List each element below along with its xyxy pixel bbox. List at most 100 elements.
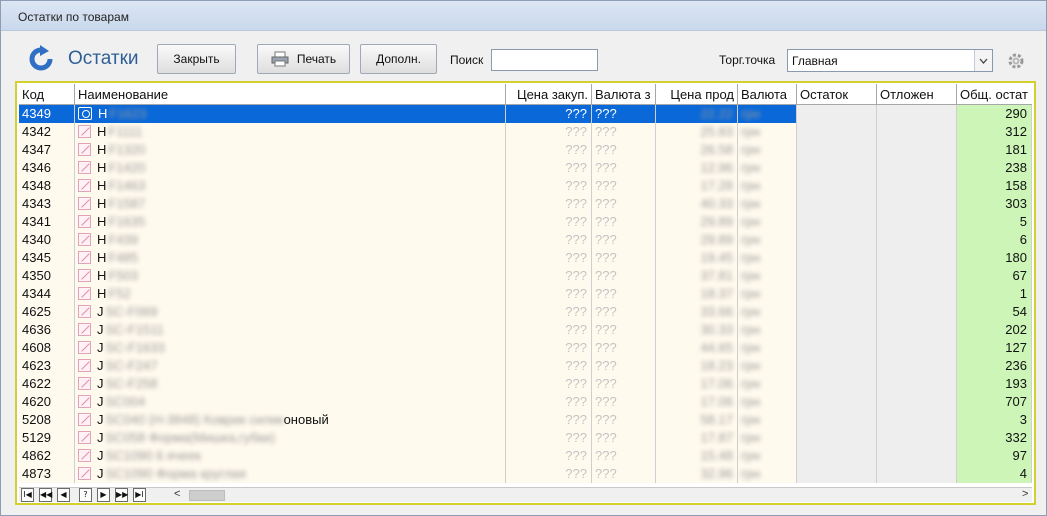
- camera-icon[interactable]: [78, 107, 92, 120]
- cell-sale-currency-value: грн: [741, 304, 761, 319]
- scroll-right-icon[interactable]: >: [1022, 488, 1028, 500]
- table-row[interactable]: 4873 J SC1090 Форма круглая?????? 32.96 грн 4: [19, 465, 1032, 483]
- table-row[interactable]: 4622 J SC-F258?????? 17.06 грн 193: [19, 375, 1032, 393]
- item-name-redacted: SC-F247: [105, 358, 158, 373]
- image-icon[interactable]: [78, 197, 91, 210]
- table-row[interactable]: 4862 J SC1090 6 ячеек?????? 15.48 грн 97: [19, 447, 1032, 465]
- cell-code-value: 4346: [22, 160, 51, 175]
- cell-code: 4345: [19, 249, 75, 267]
- cell-stock: [797, 213, 877, 231]
- image-icon[interactable]: [78, 215, 91, 228]
- table-row[interactable]: 5129 J SC058 Форма(Мишка,губки)?????? 17.87…: [19, 429, 1032, 447]
- image-icon[interactable]: [78, 251, 91, 264]
- col-sale-price[interactable]: Цена прод: [656, 84, 738, 105]
- cell-total-stock-value: 5: [1019, 214, 1027, 229]
- image-icon[interactable]: [78, 413, 91, 426]
- scroll-left-icon[interactable]: <: [174, 488, 180, 500]
- table-row[interactable]: 4636 J SC-F1511?????? 30.33 грн 202: [19, 321, 1032, 339]
- col-name[interactable]: Наименование: [75, 84, 506, 105]
- image-icon[interactable]: [78, 395, 91, 408]
- image-icon[interactable]: [78, 467, 91, 480]
- image-icon[interactable]: [78, 179, 91, 192]
- table-row[interactable]: 4344 H F52?????? 18.37 грн 1: [19, 285, 1032, 303]
- chevron-down-icon[interactable]: [974, 50, 992, 71]
- refresh-icon[interactable]: [27, 45, 55, 73]
- print-button[interactable]: Печать: [257, 44, 350, 74]
- image-icon[interactable]: [78, 233, 91, 246]
- cell-purchase-price: ???: [506, 213, 592, 231]
- table-row[interactable]: 4625 J SC-F069?????? 33.66 грн 54: [19, 303, 1032, 321]
- cell-total-stock: 127: [957, 339, 1032, 357]
- col-code[interactable]: Код: [19, 84, 75, 105]
- table-row[interactable]: 4340 H F439?????? 29.89 грн 6: [19, 231, 1032, 249]
- cell-purchase-price-value: ???: [565, 412, 587, 427]
- find-record-button[interactable]: ?: [79, 488, 92, 502]
- cell-sale-price: 58.17: [656, 411, 738, 429]
- col-total-stock[interactable]: Общ. остат: [957, 84, 1032, 105]
- image-icon[interactable]: [78, 359, 91, 372]
- table-row[interactable]: 4347 H F1320?????? 26.58 грн 181: [19, 141, 1032, 159]
- image-icon[interactable]: [78, 287, 91, 300]
- stock-grid[interactable]: Код Наименование Цена закуп. Валюта з Це…: [15, 81, 1036, 505]
- outlet-select[interactable]: Главная: [787, 49, 993, 72]
- table-row[interactable]: 4620 J SC004?????? 17.06 грн 707: [19, 393, 1032, 411]
- cell-reserved: [877, 357, 957, 375]
- col-purchase-price[interactable]: Цена закуп.: [506, 84, 592, 105]
- table-row[interactable]: 4608 J SC-F1633?????? 44.65 грн 127: [19, 339, 1032, 357]
- cell-purchase-price: ???: [506, 465, 592, 483]
- col-purchase-currency[interactable]: Валюта з: [592, 84, 656, 105]
- image-icon[interactable]: [78, 449, 91, 462]
- search-input[interactable]: [491, 49, 598, 71]
- cell-purchase-price-value: ???: [565, 394, 587, 409]
- item-name-redacted: F1420: [108, 160, 146, 175]
- close-button[interactable]: Закрыть: [157, 44, 236, 74]
- image-icon[interactable]: [78, 305, 91, 318]
- cell-stock: [797, 339, 877, 357]
- table-row[interactable]: 4343 H F1587?????? 40.33 грн 303: [19, 195, 1032, 213]
- first-record-button[interactable]: I◀: [21, 488, 34, 502]
- horizontal-scrollbar-thumb[interactable]: [189, 490, 225, 501]
- table-row[interactable]: 5208 J SC040 (Н-3848) Коврик силик оновый??…: [19, 411, 1032, 429]
- image-icon[interactable]: [78, 125, 91, 138]
- table-row[interactable]: 4348 H F1463?????? 17.28 грн 158: [19, 177, 1032, 195]
- cell-total-stock-value: 97: [1012, 448, 1027, 463]
- image-icon[interactable]: [78, 323, 91, 336]
- table-row[interactable]: 4342 H F1111?????? 25.83 грн 312: [19, 123, 1032, 141]
- cell-sale-price-value: 18.23: [700, 358, 733, 373]
- gear-icon[interactable]: [1007, 52, 1025, 70]
- col-stock[interactable]: Остаток: [797, 84, 877, 105]
- cell-sale-price: 26.58: [656, 141, 738, 159]
- table-row[interactable]: 4623 J SC-F247?????? 18.23 грн 236: [19, 357, 1032, 375]
- image-icon[interactable]: [78, 341, 91, 354]
- next-page-button[interactable]: ▶▶: [115, 488, 128, 502]
- cell-purchase-price-value: ???: [565, 232, 587, 247]
- cell-sale-price: 17.06: [656, 375, 738, 393]
- cell-purchase-price-value: ???: [565, 430, 587, 445]
- image-icon[interactable]: [78, 431, 91, 444]
- cell-sale-currency: грн: [738, 231, 797, 249]
- table-row[interactable]: 4345 H F485?????? 19.45 грн 180: [19, 249, 1032, 267]
- image-icon[interactable]: [78, 269, 91, 282]
- cell-purchase-currency-value: ???: [595, 196, 617, 211]
- table-row[interactable]: 4341 H F1635?????? 29.89 грн 5: [19, 213, 1032, 231]
- cell-name: H F1463: [75, 177, 506, 195]
- table-row[interactable]: 4350 H F503?????? 37.81 грн 67: [19, 267, 1032, 285]
- cell-purchase-price: ???: [506, 267, 592, 285]
- table-row[interactable]: 4346 H F1420?????? 12.96 грн 238: [19, 159, 1032, 177]
- cell-code-value: 4347: [22, 142, 51, 157]
- cell-sale-price-value: 15.48: [700, 448, 733, 463]
- prev-record-button[interactable]: ◀: [57, 488, 70, 502]
- image-icon[interactable]: [78, 161, 91, 174]
- image-icon[interactable]: [78, 377, 91, 390]
- table-row[interactable]: 4349 H F1623?????? 22.22 грн 290: [19, 105, 1032, 123]
- item-name-prefix: J: [97, 358, 104, 373]
- col-sale-currency[interactable]: Валюта: [738, 84, 797, 105]
- cell-sale-currency-value: грн: [741, 412, 761, 427]
- next-record-button[interactable]: ▶: [97, 488, 110, 502]
- image-icon[interactable]: [78, 143, 91, 156]
- prev-page-button[interactable]: ◀◀: [39, 488, 52, 502]
- last-record-button[interactable]: ▶I: [133, 488, 146, 502]
- extra-button[interactable]: Дополн.: [360, 44, 437, 74]
- col-reserved[interactable]: Отложен: [877, 84, 957, 105]
- cell-sale-price: 17.06: [656, 393, 738, 411]
